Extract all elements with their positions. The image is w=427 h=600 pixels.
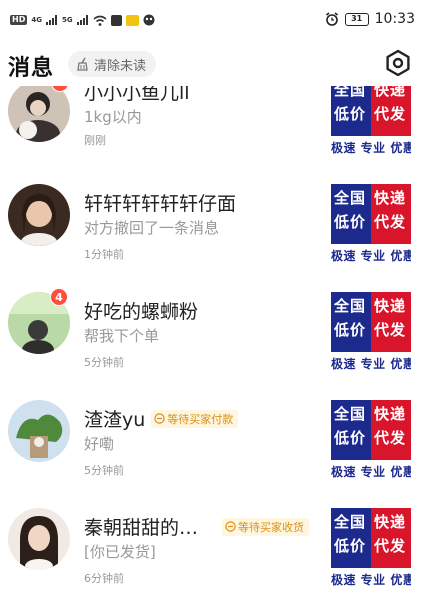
avatar[interactable]	[8, 400, 70, 462]
product-thumbnail[interactable]: 全国 低价 快递 代发 极速 专业 优惠	[331, 184, 411, 264]
clear-unread-label: 清除未读	[94, 58, 147, 74]
app-notification-icon	[125, 14, 139, 26]
status-icons-left: HD 4G 5G	[10, 13, 155, 27]
product-thumbnail[interactable]: 全国 低价 快递 代发 极速 专业 优惠	[331, 508, 411, 588]
hd-icon: HD	[10, 15, 28, 25]
conversation-name-row: 轩轩轩轩轩轩仔面	[84, 189, 236, 216]
conversation-name-row: 好吃的螺蛳粉	[84, 297, 198, 324]
thumb-text-right-bottom: 代发	[374, 429, 407, 447]
contact-name: 渣渣yu	[84, 409, 146, 431]
message-preview: 1kg以内	[84, 108, 142, 126]
thumb-text-left-top: 全国	[334, 297, 367, 315]
thumb-tagline: 极速 专业 优惠	[331, 141, 411, 155]
signal-5g-icon: 5G	[61, 16, 73, 24]
thumb-text-left-bottom: 低价	[334, 105, 367, 123]
thumb-text-left-top: 全国	[334, 513, 367, 531]
avatar[interactable]	[8, 508, 70, 570]
messages-header: 消息 清除未读	[0, 40, 427, 86]
page-title: 消息	[8, 56, 55, 81]
thumb-text-left-bottom: 低价	[334, 321, 367, 339]
thumb-tagline: 极速 专业 优惠	[331, 465, 411, 479]
message-preview: [你已发货]	[84, 543, 156, 561]
order-status-label: 等待买家收货	[238, 520, 305, 534]
order-status-tag: 等待买家付款	[151, 409, 239, 428]
order-status-tag: 等待买家收货	[222, 517, 310, 536]
alarm-icon	[325, 12, 338, 26]
thumb-text-right-top: 快递	[374, 297, 407, 315]
order-status-label: 等待买家付款	[167, 412, 234, 426]
message-time: 5分钟前	[84, 356, 124, 369]
thumb-tagline: 极速 专业 优惠	[331, 249, 411, 263]
message-preview: 帮我下个单	[84, 327, 160, 345]
conversation-item[interactable]: 轩轩轩轩轩轩仔面 对方撤回了一条消息 1分钟前 全国 低价 快递 代发 极速 专…	[0, 176, 427, 284]
wifi-icon	[93, 15, 107, 26]
app-notification-icon-2	[143, 14, 155, 26]
product-thumbnail[interactable]: 全国 低价 快递 代发 极速 专业 优惠	[331, 80, 411, 156]
conversation-name-row: 秦朝甜甜的… 等待买家收货	[84, 513, 310, 540]
conversation-name-row: 渣渣yu 等待买家付款	[84, 405, 239, 432]
thumb-text-left-bottom: 低价	[334, 537, 367, 555]
thumb-text-left-bottom: 低价	[334, 213, 367, 231]
battery-icon: 31	[344, 12, 369, 26]
thumb-text-left-top: 全国	[334, 405, 367, 423]
thumb-text-right-bottom: 代发	[374, 321, 407, 339]
message-time: 1分钟前	[84, 248, 124, 261]
conversation-item[interactable]: 秦朝甜甜的… 等待买家收货 [你已发货] 6分钟前 全国 低价 快递 代发 极速…	[0, 500, 427, 600]
thumb-text-right-bottom: 代发	[374, 105, 407, 123]
message-time: 刚刚	[84, 134, 106, 147]
product-thumbnail[interactable]: 全国 低价 快递 代发 极速 专业 优惠	[331, 400, 411, 480]
broom-icon	[77, 57, 88, 71]
thumb-text-left-bottom: 低价	[334, 429, 367, 447]
thumb-text-right-bottom: 代发	[374, 537, 407, 555]
settings-hexagon-icon[interactable]	[383, 48, 413, 78]
conversation-list[interactable]: 小小小鱼儿ll 1kg以内 刚刚 全国 低价 快递 代发 极速 专业 优惠 轩轩…	[0, 80, 427, 600]
avatar[interactable]	[8, 184, 70, 246]
thumb-text-right-top: 快递	[374, 513, 407, 531]
unread-count-badge: 4	[50, 288, 68, 306]
status-icons-right: 31 10:33	[325, 11, 415, 27]
signal-bars-icon-2	[76, 15, 88, 25]
upload-icon	[110, 14, 122, 26]
message-preview: 好嘞	[84, 435, 115, 453]
signal-bars-icon	[45, 15, 57, 25]
contact-name: 好吃的螺蛳粉	[84, 301, 199, 323]
conversation-item[interactable]: 小小小鱼儿ll 1kg以内 刚刚 全国 低价 快递 代发 极速 专业 优惠	[0, 80, 427, 176]
message-time: 5分钟前	[84, 464, 124, 477]
contact-name: 轩轩轩轩轩轩仔面	[84, 193, 237, 215]
thumb-text-right-bottom: 代发	[374, 213, 407, 231]
minus-circle-icon	[225, 521, 236, 532]
signal-4g-icon: 4G	[31, 16, 42, 24]
conversation-item[interactable]: 渣渣yu 等待买家付款 好嘞 5分钟前 全国 低价 快递 代发 极速 专业 优惠	[0, 392, 427, 500]
status-bar: HD 4G 5G 31 10:33	[0, 0, 427, 40]
contact-name: 秦朝甜甜的…	[84, 517, 199, 539]
thumb-text-right-top: 快递	[374, 189, 407, 207]
product-thumbnail[interactable]: 全国 低价 快递 代发 极速 专业 优惠	[331, 292, 411, 372]
clock-time: 10:33	[374, 11, 415, 27]
conversation-item[interactable]: 4 好吃的螺蛳粉 帮我下个单 5分钟前 全国 低价 快递 代发 极速 专业 优惠	[0, 284, 427, 392]
thumb-tagline: 极速 专业 优惠	[331, 573, 411, 587]
thumb-text-left-top: 全国	[334, 189, 367, 207]
message-preview: 对方撤回了一条消息	[84, 219, 220, 237]
minus-circle-icon	[154, 413, 165, 424]
message-time: 6分钟前	[84, 572, 124, 585]
thumb-tagline: 极速 专业 优惠	[331, 357, 411, 371]
clear-unread-button[interactable]: 清除未读	[68, 51, 157, 77]
thumb-text-right-top: 快递	[374, 405, 407, 423]
